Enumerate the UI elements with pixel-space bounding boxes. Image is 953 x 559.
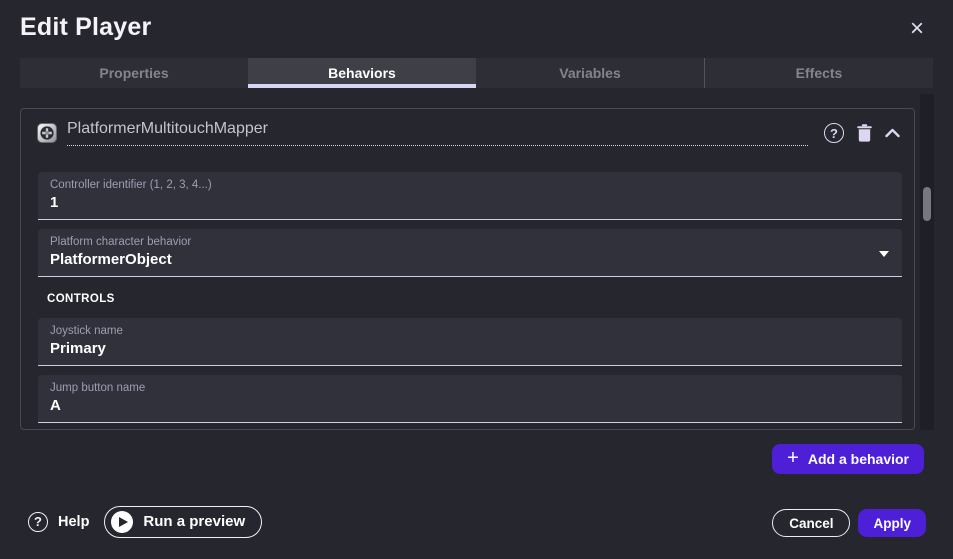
edit-object-dialog: Edit Player × Properties Behaviors Varia…: [0, 0, 953, 559]
help-label[interactable]: Help: [58, 514, 89, 530]
behaviors-panel: PlatformerMultitouchMapper ?: [20, 108, 915, 430]
add-behavior-row: + Add a behavior: [772, 444, 924, 474]
tab-label: Properties: [99, 65, 168, 81]
field-value: PlatformerObject: [50, 251, 890, 268]
behavior-fields: Controller identifier (1, 2, 3, 4...) 1 …: [38, 172, 902, 423]
play-icon: [111, 511, 133, 533]
add-behavior-label: Add a behavior: [808, 451, 909, 467]
run-preview-label: Run a preview: [143, 513, 245, 530]
dropdown-caret-icon: [879, 251, 889, 257]
scrollbar-track[interactable]: [920, 94, 934, 430]
field-label: Jump button name: [50, 382, 890, 394]
close-icon[interactable]: ×: [903, 14, 931, 44]
cancel-button[interactable]: Cancel: [772, 509, 850, 537]
gamepad-multitouch-icon: [37, 123, 57, 143]
apply-button[interactable]: Apply: [858, 509, 926, 537]
plus-icon: +: [787, 448, 799, 468]
field-label: Controller identifier (1, 2, 3, 4...): [50, 179, 890, 191]
scrollbar-thumb[interactable]: [923, 187, 931, 221]
behavior-header: PlatformerMultitouchMapper ?: [21, 109, 914, 146]
tab-label: Behaviors: [328, 65, 396, 81]
delete-behavior-trash-icon[interactable]: [857, 124, 872, 142]
tab-bar: Properties Behaviors Variables Effects: [20, 58, 933, 88]
behavior-help-icon[interactable]: ?: [824, 123, 844, 143]
page-title: Edit Player: [20, 13, 151, 42]
footer-right: Cancel Apply: [772, 509, 926, 537]
tab-label: Effects: [796, 65, 843, 81]
tab-variables[interactable]: Variables: [476, 58, 704, 88]
field-label: Platform character behavior: [50, 236, 890, 248]
behavior-name-input[interactable]: PlatformerMultitouchMapper: [67, 120, 808, 146]
jump-button-name-field[interactable]: Jump button name A: [38, 375, 902, 423]
tab-label: Variables: [559, 65, 621, 81]
behavior-header-actions: ?: [824, 123, 900, 143]
tab-effects[interactable]: Effects: [704, 58, 933, 88]
collapse-chevron-up-icon[interactable]: [885, 128, 900, 138]
tab-properties[interactable]: Properties: [20, 58, 248, 88]
joystick-name-field[interactable]: Joystick name Primary: [38, 318, 902, 366]
platform-character-behavior-select[interactable]: Platform character behavior PlatformerOb…: [38, 229, 902, 277]
field-value: 1: [50, 194, 890, 211]
controls-section-title: CONTROLS: [47, 293, 902, 305]
active-tab-indicator: [248, 84, 476, 88]
run-preview-button[interactable]: Run a preview: [104, 506, 262, 538]
field-value: Primary: [50, 340, 890, 357]
tab-behaviors[interactable]: Behaviors: [248, 58, 476, 88]
footer-left: ? Help Run a preview: [28, 505, 262, 538]
field-value: A: [50, 397, 890, 414]
controller-identifier-field[interactable]: Controller identifier (1, 2, 3, 4...) 1: [38, 172, 902, 220]
help-icon[interactable]: ?: [28, 512, 48, 532]
add-behavior-button[interactable]: + Add a behavior: [772, 444, 924, 474]
field-label: Joystick name: [50, 325, 890, 337]
